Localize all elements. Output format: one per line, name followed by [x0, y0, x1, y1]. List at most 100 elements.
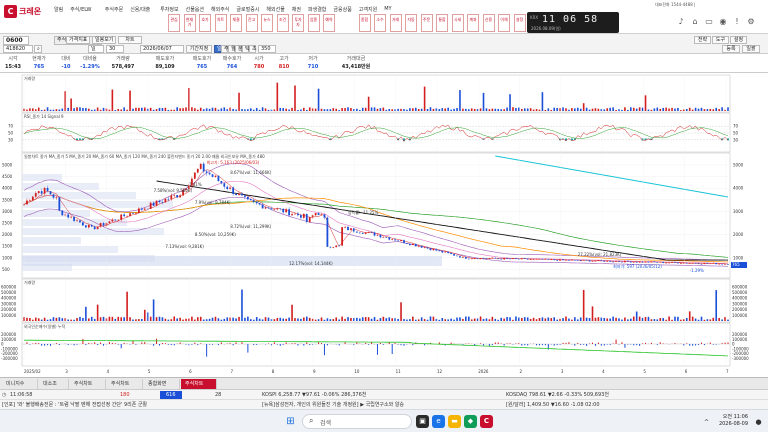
file-explorer-icon[interactable]: ▬ [448, 415, 461, 428]
volume-bar-2 [152, 299, 155, 321]
fx-rate[interactable]: [원/달러] 1,409.50 ▼16.60 -1.08 02:00 [506, 401, 600, 409]
bell-icon[interactable]: ♪ [676, 17, 686, 27]
quick-button[interactable]: 시세 [451, 14, 464, 32]
menu-item[interactable]: 해외주식 [211, 6, 229, 13]
settings-icon[interactable]: ⚙ [746, 17, 756, 27]
menu-item[interactable]: 금융상품 [333, 6, 351, 13]
bottom-tab[interactable]: 대소조 [39, 379, 69, 389]
quick-button[interactable]: 현재가 [183, 14, 196, 32]
app-logo[interactable]: C 크레온 [4, 5, 48, 18]
windows-start-icon[interactable]: ⊞ [284, 415, 297, 428]
store-icon[interactable]: ◆ [464, 415, 477, 428]
menu-item[interactable]: 채권 [292, 6, 301, 13]
date-input[interactable]: 2026/06/07 [140, 45, 184, 53]
news-ticker-1[interactable]: [인포] '와' 불행배송전문 : '트럼 낙팔 멘해 전접선정 간단' 9리픈… [2, 401, 257, 409]
period-count-input[interactable]: 30 [106, 45, 124, 53]
unit-button[interactable]: 초 [249, 45, 257, 53]
menu-item[interactable]: 파생결합 [308, 6, 326, 13]
sub-button[interactable]: 차트 [118, 36, 142, 44]
toolbar-far-right-button[interactable]: 등록 [722, 45, 740, 53]
news-ticker-2[interactable]: [뉴욕]삼성전자, 개인의 위원들진 기술 개정원] ▶ 국립연구소와 알승 [262, 401, 502, 409]
menu-item[interactable]: 주식주문 [105, 6, 123, 13]
lock-icon[interactable]: ⌂ [690, 17, 700, 27]
screen-number-field[interactable]: 0600 [3, 36, 29, 45]
sub-button[interactable]: 가격지표 [66, 36, 90, 44]
quick-button[interactable]: 업종 [307, 14, 320, 32]
volume-bar [141, 107, 143, 111]
menu-item[interactable]: 신용/대출 [130, 6, 150, 13]
tray-clock[interactable]: 오전 11:06 2026-08-09 [719, 414, 748, 428]
menu-item[interactable]: 알림 [54, 6, 63, 13]
bottom-tab[interactable]: 미니지수 [2, 379, 38, 389]
kosdaq-index[interactable]: KOSDAQ 798.61 ▼2.66 -0.33% 509,693천 [506, 391, 609, 399]
toolbar-right-button[interactable]: 도구 [712, 36, 729, 44]
quick-button[interactable]: 투자자 [292, 14, 304, 32]
candle-body [459, 256, 461, 258]
quick-button[interactable]: 예약 [323, 14, 335, 32]
candle-body [58, 197, 61, 211]
taskbar-search[interactable]: ⌕ 검색 [302, 414, 412, 429]
bottom-tab[interactable]: 주식차트 [107, 379, 143, 389]
volume-bar [126, 109, 128, 111]
volume-bar [258, 109, 261, 111]
quick-button[interactable]: 잔고 [245, 14, 258, 32]
volume-bar-2 [185, 318, 187, 321]
edge-browser-icon[interactable]: e [432, 415, 445, 428]
candle-body [547, 258, 550, 260]
quick-button[interactable]: 계좌 [467, 14, 479, 32]
quick-button[interactable]: 뉴스 [261, 14, 273, 32]
quick-button[interactable]: 관심 [168, 14, 180, 32]
quick-button[interactable]: 신용 [482, 14, 495, 32]
monitor-icon[interactable]: ▭ [704, 17, 714, 27]
stock-code-input[interactable]: 418620 [3, 45, 33, 53]
quick-button[interactable]: 이체 [498, 14, 510, 32]
volume-bar [600, 109, 603, 111]
menu-item[interactable]: 글로벌증시 [236, 6, 259, 13]
menu-item[interactable]: 선물옵션 [186, 6, 204, 13]
menu-item[interactable]: MY [384, 6, 391, 12]
menu-item[interactable]: 투자정보 [160, 6, 178, 13]
menu-item[interactable]: 고객지원 [359, 6, 377, 13]
volume-bar-2 [650, 319, 653, 321]
quick-button[interactable]: 체결 [230, 14, 242, 32]
camera-icon[interactable]: ◉ [718, 17, 728, 27]
notification-icon[interactable]: ● [752, 416, 765, 429]
bottom-tab[interactable]: 주식차트 [70, 379, 106, 389]
creon-app-icon[interactable]: C [480, 415, 493, 428]
volume-bar-2 [49, 319, 52, 321]
unit-button[interactable]: 주 [221, 45, 229, 53]
quick-button[interactable]: 종합 [358, 14, 371, 32]
range-button[interactable]: 기간지정 [186, 45, 212, 53]
quote-column: 시각 15:43 [2, 56, 24, 71]
sub-button[interactable]: 일봉보기 [92, 36, 116, 44]
quick-button[interactable]: 조건 [276, 14, 289, 32]
stock-chart[interactable]: 거래량 RSI_종가 14 Signal 9 일봉차트 종가 MA_종가 5 MA_… [0, 74, 768, 377]
count-input[interactable]: 350 [258, 45, 276, 53]
alert-icon[interactable]: ! [732, 17, 742, 27]
quick-button[interactable]: 차트 [214, 14, 227, 32]
bottom-tab[interactable]: 주식차트 [181, 379, 217, 389]
menu-item[interactable]: 해외선물 [266, 6, 284, 13]
toolbar-far-right-button[interactable]: 일괄 [742, 45, 760, 53]
quick-button[interactable]: 주문 [420, 14, 433, 32]
search-icon[interactable]: ⌕ [34, 45, 42, 53]
unit-button[interactable]: 분 [235, 45, 243, 53]
quick-button[interactable]: 자동 [405, 14, 417, 32]
task-view-icon[interactable]: ▣ [416, 415, 429, 428]
bottom-tab[interactable]: 종합화면 [144, 379, 180, 389]
unit-button[interactable]: 월 [228, 45, 236, 53]
quick-button[interactable]: 통합 [436, 14, 448, 32]
quick-button[interactable]: 소수 [374, 14, 386, 32]
period-select[interactable]: 일 [88, 45, 104, 53]
quick-button[interactable]: 거래 [389, 14, 402, 32]
quick-button[interactable]: 호가 [199, 14, 211, 32]
kospi-index[interactable]: KOSPI 6,258.77 ▼97.61 -0.06% 286,376천 [262, 391, 366, 399]
tray-chevron-icon[interactable]: ^ [700, 416, 713, 429]
unit-button[interactable]: 일 [214, 45, 222, 53]
unit-button[interactable]: 틱 [242, 45, 250, 53]
chart-area[interactable]: 거래량 RSI_종가 14 Signal 9 일봉차트 종가 MA_종가 5 MA_… [0, 74, 768, 377]
toolbar-right-button[interactable]: 설정 [730, 36, 747, 44]
toolbar-right-button[interactable]: 전략 [694, 36, 711, 44]
quick-button[interactable]: 설정 [513, 14, 526, 32]
menu-item[interactable]: 주식/ELW [70, 6, 91, 13]
